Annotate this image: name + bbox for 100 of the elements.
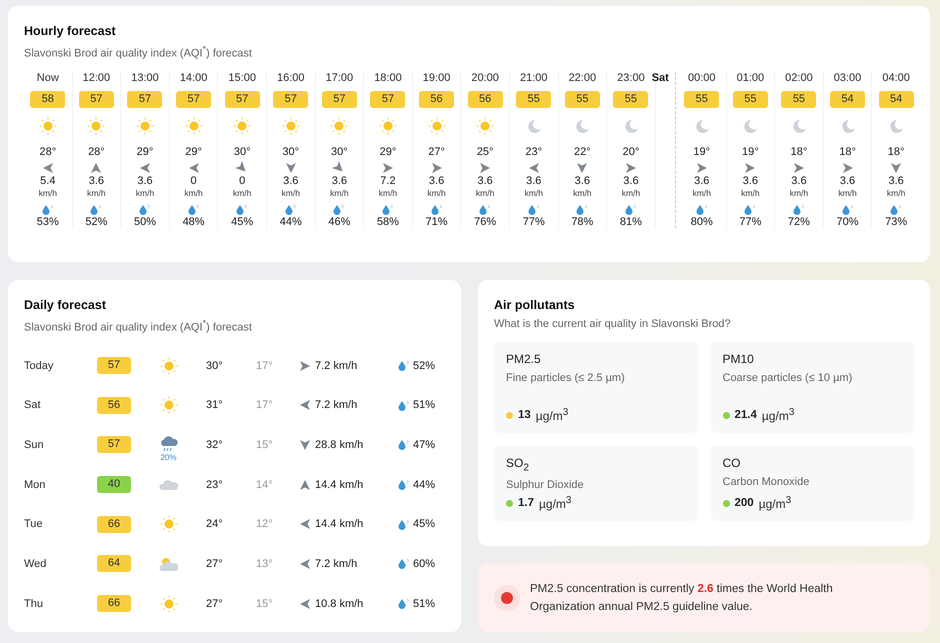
humidity-icon <box>398 518 410 530</box>
hour-label: 02:00 <box>785 72 813 86</box>
wind-unit: km/h <box>378 188 398 198</box>
humidity-value: 51% <box>413 598 436 610</box>
wind-unit: km/h <box>282 188 300 198</box>
hour-label: 01:00 <box>736 72 764 86</box>
wind-speed: 3.6 <box>742 174 758 187</box>
day-label: Sat <box>652 72 669 86</box>
cloud-icon <box>158 478 178 491</box>
card-title: Daily forecast <box>24 298 107 312</box>
temperature: 20° <box>622 146 640 158</box>
humidity-icon <box>576 204 588 215</box>
humidity-value: 71% <box>426 216 448 228</box>
moon-icon <box>790 118 807 134</box>
high-temperature: 27° <box>206 558 224 570</box>
hour-label: 20:00 <box>471 72 499 86</box>
aqi-value: 55 <box>564 90 600 108</box>
wind-speed: 3.6 <box>137 174 153 187</box>
pollutant-unit: µg/m$^{3}$ <box>762 407 794 423</box>
high-temperature: 30° <box>206 360 224 372</box>
moon-icon <box>694 118 710 134</box>
humidity-value: 70% <box>836 216 859 228</box>
humidity-value: 44% <box>280 216 302 228</box>
aqi-value: 55 <box>732 90 768 108</box>
day-name: Wed <box>24 558 48 570</box>
aqi-value: 58 <box>30 90 66 108</box>
pollutant-unit: µg/m$^{3}$ <box>536 407 568 423</box>
wind-speed: 3.6 <box>88 174 104 187</box>
aqi-value: 57 <box>176 90 212 108</box>
pollutant-description: Coarse particles (≤ 10 µm) <box>722 372 854 384</box>
day-name: Sun <box>24 438 45 451</box>
wind-speed: 3.6 <box>283 174 298 187</box>
aqi-value: 57 <box>97 436 131 454</box>
moon-icon <box>526 118 542 134</box>
hour-label: 21:00 <box>520 72 548 86</box>
humidity-icon <box>333 204 346 215</box>
sun-icon <box>38 116 57 135</box>
aqi-value: 57 <box>224 90 260 108</box>
hour-label: 18:00 <box>374 72 402 86</box>
wind-speed: 7.2 km/h <box>315 558 358 570</box>
hour-label: 15:00 <box>228 72 256 86</box>
wind-speed: 14.4 km/h <box>315 478 364 491</box>
wind-speed: 3.6 <box>840 174 856 187</box>
card-subtitle: Slavonski Brod air quality index (AQI$^{*}$) forecast <box>24 44 253 60</box>
hour-label: 14:00 <box>180 72 208 86</box>
wind-speed: 3.6 <box>477 174 493 187</box>
pollutant-unit: µg/m$^{3}$ <box>758 495 792 511</box>
aqi-value: 54 <box>878 90 914 108</box>
wind-speed: 3.6 <box>526 174 542 187</box>
wind-speed: 28.8 km/h <box>315 438 364 451</box>
wind-unit: km/h <box>38 188 57 198</box>
hour-label: 23:00 <box>617 72 645 86</box>
humidity-value: 78% <box>571 216 594 228</box>
aqi-value: 57 <box>370 90 406 108</box>
sun-icon <box>136 116 154 135</box>
pollutant-name: PM2.5 <box>506 352 542 366</box>
low-temperature: 12° <box>256 518 274 530</box>
wind-speed: 7.2 <box>380 174 396 187</box>
wind-unit: km/h <box>184 188 203 198</box>
humidity-icon <box>398 400 410 411</box>
temperature: 19° <box>742 146 759 158</box>
aqi-value: 57 <box>273 90 308 108</box>
wind-speed: 10.8 km/h <box>315 598 364 610</box>
low-temperature: 15° <box>256 438 274 451</box>
humidity-value: 58% <box>376 216 399 228</box>
day-name: Today <box>24 360 54 372</box>
temperature: 25° <box>476 146 494 158</box>
sun-icon <box>184 116 203 135</box>
humidity-value: 47% <box>413 438 436 451</box>
day-name: Tue <box>24 518 44 530</box>
aqi-value: 54 <box>830 90 866 108</box>
temperature: 22° <box>574 146 591 158</box>
humidity-icon <box>696 204 708 215</box>
humidity-value: 50% <box>134 216 156 228</box>
sun-icon <box>160 356 178 374</box>
low-temperature: 13° <box>256 558 274 570</box>
humidity-value: 44% <box>413 478 436 491</box>
wind-speed: 3.6 <box>694 174 710 187</box>
hour-label: 04:00 <box>882 72 910 86</box>
temperature: 19° <box>693 146 710 158</box>
wind-unit: km/h <box>330 188 349 198</box>
temperature: 27° <box>428 146 445 158</box>
temperature: 30° <box>282 146 300 158</box>
humidity-value: 77% <box>522 216 545 228</box>
pollutant-value: 21.4 <box>734 409 757 421</box>
high-temperature: 32° <box>206 438 224 451</box>
wind-unit: km/h <box>524 188 543 198</box>
temperature: 29° <box>185 146 202 158</box>
sun-icon <box>160 594 178 613</box>
humidity-icon <box>430 204 443 215</box>
wind-speed: 3.6 <box>888 174 904 187</box>
humidity-icon <box>398 479 410 490</box>
temperature: 29° <box>136 146 154 158</box>
sun-icon <box>378 116 397 135</box>
wind-unit: km/h <box>573 188 592 198</box>
humidity-icon <box>890 204 902 215</box>
pollutant-value: 13 <box>518 409 531 421</box>
sun-icon <box>160 396 178 414</box>
wind-speed: 7.2 km/h <box>315 399 358 412</box>
moon-icon <box>888 118 904 134</box>
